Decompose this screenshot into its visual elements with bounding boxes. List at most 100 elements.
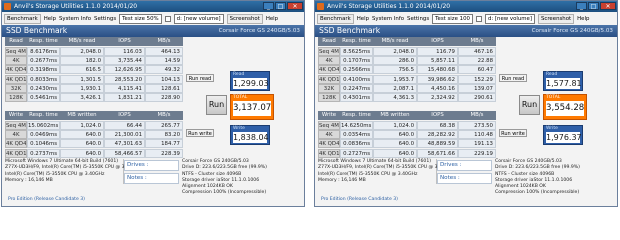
test-size-select[interactable]: Test size 100 (432, 13, 473, 24)
read-row-4-size: 1,930.1 (60, 83, 104, 93)
read-row-0-mbs: 467.16 (458, 47, 496, 56)
drive-select[interactable]: d: [new volume] (484, 13, 535, 24)
toolbar-settings-button[interactable]: Settings (94, 16, 116, 22)
write-row-2-iops: 47,301.63 (104, 139, 145, 149)
read-row-5-label[interactable]: 128K (318, 93, 340, 102)
read-row-3-label[interactable]: 4K QD16 (5, 74, 27, 84)
toolbar-benchmark-button[interactable]: Benchmark (4, 13, 41, 24)
read-row-0-label[interactable]: Seq 4MB (5, 47, 27, 56)
read-row-1-label[interactable]: 4K (5, 56, 27, 66)
write-row-1-size: 640.0 (373, 130, 417, 140)
minimize-button[interactable]: _ (576, 2, 587, 10)
run-read-button[interactable]: Run read (186, 74, 214, 82)
write-row-3-resp: 0.2737ms (27, 148, 60, 158)
write-row-1-mbs: 110.48 (458, 130, 496, 140)
app-icon (4, 3, 11, 10)
close-button[interactable]: ✕ (287, 2, 303, 10)
read-row-3-size: 1,301.5 (60, 74, 104, 84)
read-row-1-label[interactable]: 4K (318, 56, 340, 66)
drive-select[interactable]: d: [new volume] (173, 13, 224, 24)
write-row-3-iops: 58,466.57 (104, 148, 145, 158)
menu-help-button[interactable]: Help (577, 16, 589, 22)
read-score-box: Read 1,577.81 (543, 71, 583, 91)
minimize-button[interactable]: _ (263, 2, 274, 10)
write-row-0-mbs: 265.77 (145, 121, 183, 130)
edition-label: Pro Edition (Release Candidate 3) (321, 197, 398, 202)
toolbar-system-info-button[interactable]: System Info (372, 16, 404, 22)
write-row-0-size: 1,024.0 (373, 121, 417, 130)
test-size-select[interactable]: Test size 50% (119, 13, 162, 24)
maximize-button[interactable]: □ (588, 2, 599, 10)
write-score-box: Write 1,976.37 (543, 125, 583, 145)
read-row-1-mbs: 22.88 (458, 56, 496, 66)
drives-field[interactable]: Drives : (437, 160, 492, 171)
toolbar-benchmark-button[interactable]: Benchmark (317, 13, 354, 24)
write-score-value: 1,976.37 (546, 132, 582, 143)
run-read-button[interactable]: Run read (499, 74, 527, 82)
read-row-4-label[interactable]: 32K (5, 83, 27, 93)
toolbar-system-info-button[interactable]: System Info (59, 16, 91, 22)
drive-checkbox[interactable] (475, 15, 482, 22)
read-row-0-label[interactable]: Seq 4MB (318, 47, 340, 56)
run-write-button[interactable]: Run write (499, 129, 527, 137)
read-header-resp: Resp. time (340, 37, 373, 46)
notes-field[interactable]: Notes : (437, 173, 492, 184)
write-row-2-resp: 0.0836ms (340, 139, 373, 149)
run-write-button[interactable]: Run write (186, 129, 214, 137)
window-controls: _ □ ✕ (263, 2, 303, 10)
drives-field[interactable]: Drives : (124, 160, 179, 171)
write-row-2-label[interactable]: 4K QD4 (318, 139, 340, 149)
run-button[interactable]: Run (519, 95, 540, 115)
read-row-3-resp: 0.8033ms (27, 74, 60, 84)
write-row-1-iops: 28,282.92 (417, 130, 458, 140)
screenshot-button[interactable]: Screenshot (226, 13, 263, 24)
read-header-resp: Resp. time (27, 37, 60, 46)
read-row-1-resp: 0.2677ms (27, 56, 60, 66)
write-row-3-label[interactable]: 4K QD16 (318, 148, 340, 158)
maximize-button[interactable]: □ (275, 2, 286, 10)
system-info-line: Z77X-UD3H/F9, Intel(R) Core(TM) i5-3550K… (318, 165, 455, 171)
write-row-0-label[interactable]: Seq 4MB (5, 121, 27, 130)
write-row-1-mbs: 83.20 (145, 130, 183, 140)
window-controls: _ □ ✕ (576, 2, 616, 10)
write-row-2-size: 640.0 (373, 139, 417, 149)
write-row-0-label[interactable]: Seq 4MB (318, 121, 340, 130)
read-row-5-iops: 2,324.92 (417, 93, 458, 102)
system-info-line: Z77X-UD3H/F9, Intel(R) Core(TM) i5-3550K… (5, 165, 142, 171)
read-row-0-mbs: 464.13 (145, 47, 183, 56)
toolbar-settings-button[interactable]: Settings (407, 16, 429, 22)
write-row-1-label[interactable]: 4K (318, 130, 340, 140)
menu-help-button[interactable]: Help (266, 16, 278, 22)
write-row-3-label[interactable]: 4K QD16 (5, 148, 27, 158)
drive-info-extra-line: Compression 100% (Incompressible) (495, 190, 580, 196)
write-header-iops: IOPS (104, 111, 145, 120)
write-score-value: 1,838.04 (233, 132, 269, 143)
window-title: Anvil's Storage Utilities 1.1.0 2014/01/… (327, 3, 451, 10)
drive-model-label: Corsair Force GS 240GB/5.03 (218, 28, 300, 34)
run-button[interactable]: Run (206, 95, 227, 115)
drive-checkbox[interactable] (164, 15, 171, 22)
read-row-2-label[interactable]: 4K QD4 (318, 65, 340, 75)
read-header-size: MB/s read (60, 37, 104, 46)
read-row-5-size: 4,361.3 (373, 93, 417, 102)
screenshot-button[interactable]: Screenshot (537, 13, 575, 24)
total-score-box: TOTAL 3,137.07 (230, 94, 274, 120)
write-row-1-label[interactable]: 4K (5, 130, 27, 140)
read-row-2-size: 756.5 (373, 65, 417, 75)
read-row-4-label[interactable]: 32K (318, 83, 340, 93)
write-row-2-label[interactable]: 4K QD4 (5, 139, 27, 149)
read-row-5-label[interactable]: 128K (5, 93, 27, 102)
read-score-value: 1,299.03 (233, 78, 269, 89)
total-score-box: TOTAL 3,554.28 (543, 94, 587, 120)
toolbar-help-button[interactable]: Help (44, 16, 56, 22)
toolbar-help-button[interactable]: Help (357, 16, 369, 22)
write-row-0-mbs: 273.50 (458, 121, 496, 130)
read-score-box: Read 1,299.03 (230, 71, 270, 91)
read-row-2-label[interactable]: 4K QD4 (5, 65, 27, 75)
close-button[interactable]: ✕ (600, 2, 616, 10)
notes-field[interactable]: Notes : (124, 173, 179, 184)
read-row-3-label[interactable]: 4K QD16 (318, 74, 340, 84)
write-row-0-resp: 14.6250ms (340, 121, 373, 130)
read-row-0-size: 2,048.0 (373, 47, 417, 56)
system-info-line: Memory : 16,146 MB (5, 177, 53, 183)
